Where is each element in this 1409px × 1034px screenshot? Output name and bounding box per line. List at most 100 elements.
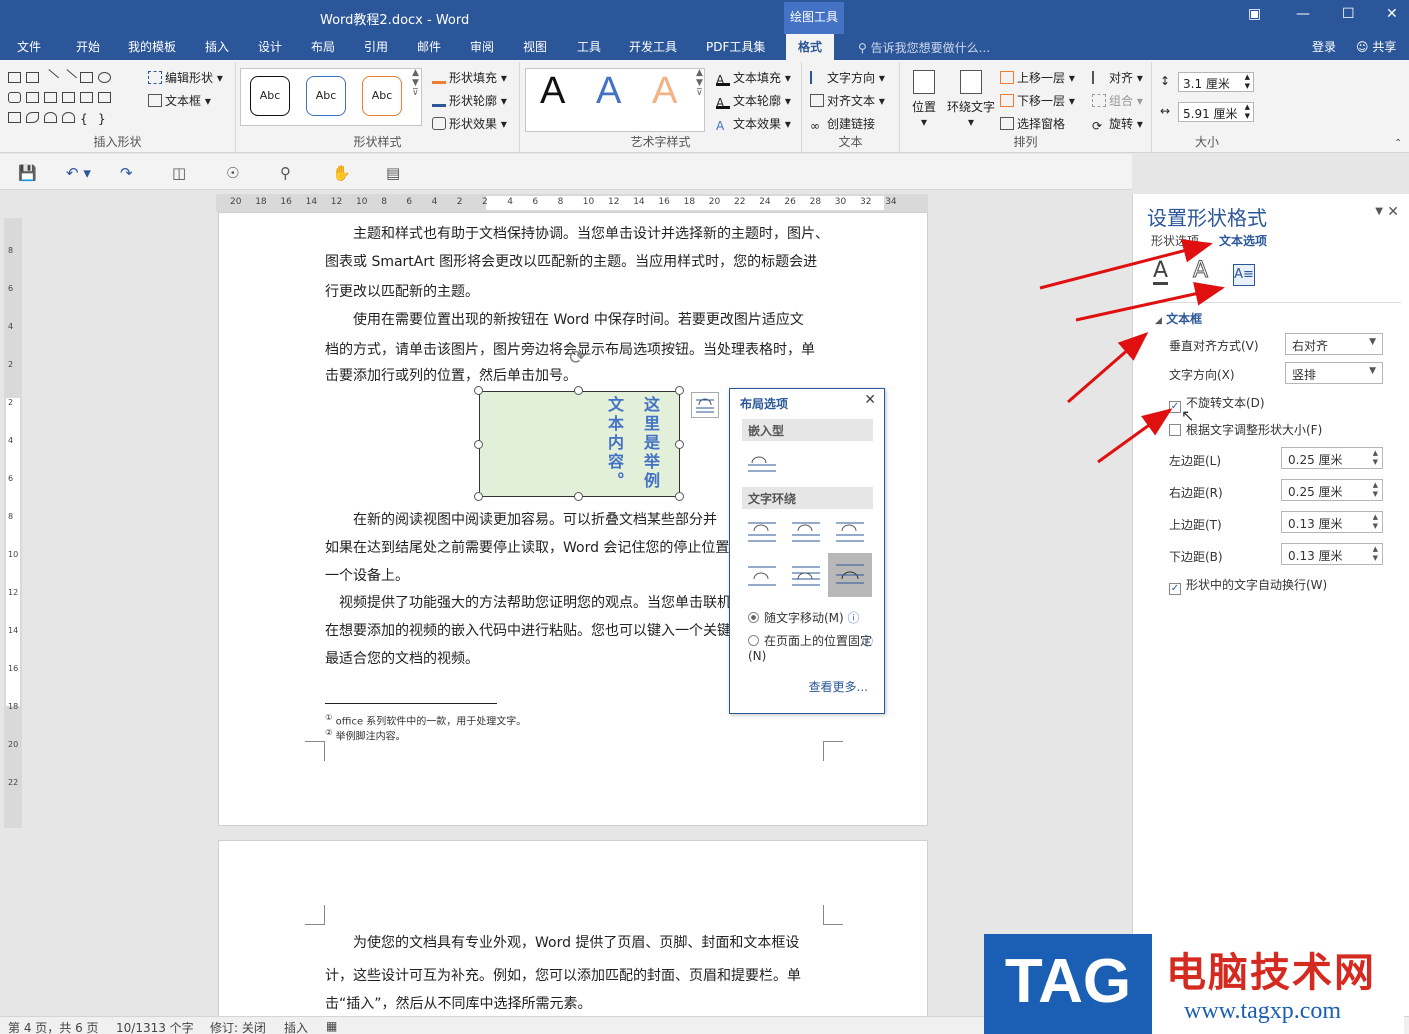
shape-wave-icon[interactable]: [8, 112, 21, 123]
align-button[interactable]: 对齐 ▾: [1092, 69, 1143, 86]
tab-home[interactable]: 开始: [76, 38, 100, 55]
align-text-button[interactable]: 对齐文本 ▾: [810, 92, 885, 109]
footnote-1[interactable]: ① office 系列软件中的一款，用于处理文字。: [325, 712, 526, 727]
shape-fill-button[interactable]: 形状填充 ▾: [432, 69, 507, 86]
shape-style-blue[interactable]: Abc: [306, 76, 346, 116]
text-fill-button[interactable]: A 文本填充 ▾: [716, 69, 791, 87]
maximize-icon[interactable]: ☐: [1342, 6, 1355, 22]
shape-connector-icon[interactable]: [44, 92, 57, 103]
undo-icon[interactable]: ↶ ▾: [66, 164, 91, 182]
see-more-link[interactable]: 查看更多...: [809, 678, 868, 695]
shape-triangle-icon[interactable]: [26, 92, 39, 103]
minimize-icon[interactable]: —: [1296, 6, 1310, 22]
shape-arc-icon[interactable]: [44, 112, 57, 123]
customize-icon[interactable]: ▤: [386, 164, 400, 182]
spinner-icon[interactable]: ▲ ▼: [1373, 481, 1378, 499]
wrap-text-in-shape-checkbox[interactable]: ✓ 形状中的文字自动换行(W): [1169, 576, 1327, 595]
rotate-button[interactable]: ⟳ 旋转 ▾: [1092, 115, 1143, 133]
tab-developer[interactable]: 开发工具: [629, 38, 677, 55]
close-popup-icon[interactable]: ✕: [864, 392, 876, 408]
revision-status[interactable]: 修订: 关闭: [210, 1019, 266, 1034]
vertical-align-dropdown[interactable]: 右对齐 ▼: [1285, 333, 1383, 355]
tab-shape-options[interactable]: 形状选项: [1151, 232, 1199, 249]
body-line[interactable]: 最适合您的文档的视频。: [325, 645, 479, 674]
right-margin-input[interactable]: 0.25 厘米 ▲ ▼: [1281, 479, 1383, 501]
body-line[interactable]: 一个设备上。: [325, 562, 409, 591]
group-button[interactable]: 组合 ▾: [1092, 92, 1143, 109]
shape-curve-icon[interactable]: [26, 112, 39, 123]
body-line[interactable]: 在想要添加的视频的嵌入代码中进行粘贴。您也可以键入一个关键: [325, 617, 731, 646]
tab-design[interactable]: 设计: [258, 38, 282, 55]
close-icon[interactable]: ✕: [1386, 6, 1398, 22]
shape-width-input[interactable]: 5.91 厘米 ▲ ▼: [1178, 102, 1254, 122]
shape-brace-right-icon[interactable]: }: [98, 112, 111, 126]
text-outline-button[interactable]: A 文本轮廓 ▾: [716, 92, 791, 110]
text-effects-button[interactable]: A 文本效果 ▾: [716, 115, 791, 133]
textbox-line-1[interactable]: 这里是举例: [638, 396, 662, 491]
body-line[interactable]: 在新的阅读视图中阅读更加容易。可以折叠文档某些部分并: [353, 506, 717, 535]
bring-forward-button[interactable]: 上移一层 ▾: [1000, 69, 1075, 86]
move-with-text-radio[interactable]: 随文字移动(M) ⓘ: [748, 609, 860, 626]
left-margin-input[interactable]: 0.25 厘米 ▲ ▼: [1281, 447, 1383, 469]
wordart-style-blue[interactable]: A: [596, 70, 621, 113]
send-backward-button[interactable]: 下移一层 ▾: [1000, 92, 1075, 109]
body-line[interactable]: 使用在需要位置出现的新按钮在 Word 中保存时间。若要更改图片适应文: [353, 306, 804, 335]
resize-handle-tl[interactable]: [474, 386, 483, 395]
layout-options-button[interactable]: [691, 392, 719, 418]
text-direction-dropdown[interactable]: 竖排 ▼: [1285, 362, 1383, 384]
shape-effects-button[interactable]: 形状效果 ▾: [432, 115, 507, 132]
text-fill-outline-icon[interactable]: A: [1153, 260, 1169, 285]
word-count[interactable]: 10/1313 个字: [116, 1019, 194, 1034]
edit-shape-button[interactable]: 编辑形状 ▾: [148, 69, 223, 86]
resize-handle-tr[interactable]: [675, 386, 684, 395]
create-link-button[interactable]: ∞ 创建链接: [810, 115, 875, 133]
wrap-inline-icon[interactable]: [746, 449, 776, 475]
save-icon[interactable]: 💾: [18, 164, 37, 182]
touch-mode-icon[interactable]: ✋: [332, 164, 351, 182]
section-textbox-header[interactable]: ◢ 文本框: [1155, 310, 1202, 327]
tab-view[interactable]: 视图: [523, 38, 547, 55]
print-preview-icon[interactable]: ⚲: [280, 164, 291, 182]
collapse-ribbon-icon[interactable]: ⌃: [1394, 138, 1402, 149]
top-margin-input[interactable]: 0.13 厘米 ▲ ▼: [1281, 511, 1383, 533]
text-direction-button[interactable]: 文字方向 ▾: [810, 69, 885, 86]
tab-references[interactable]: 引用: [364, 38, 388, 55]
insert-mode[interactable]: 插入: [284, 1019, 308, 1034]
shape-height-input[interactable]: 3.1 厘米 ▲ ▼: [1178, 72, 1254, 92]
text-box-button[interactable]: 文本框 ▾: [148, 92, 211, 109]
position-button[interactable]: 位置 ▾: [910, 70, 938, 129]
resize-handle-br[interactable]: [675, 492, 684, 501]
footnote-2[interactable]: ② 举例脚注内容。: [325, 727, 406, 742]
body-line[interactable]: 为使您的文档具有专业外观，Word 提供了页眉、页脚、封面和文本框设: [353, 929, 799, 958]
wrap-tight-option-icon[interactable]: [790, 517, 820, 543]
macro-icon[interactable]: ▦: [326, 1019, 337, 1033]
vertical-ruler[interactable]: 8 6 4 2 2 4 6 8 10 12 14 16 18 20 22: [4, 218, 22, 828]
shape-down-arrow-icon[interactable]: [98, 92, 111, 103]
login-link[interactable]: 登录: [1312, 38, 1336, 55]
spinner-icon[interactable]: ▲ ▼: [1373, 545, 1378, 563]
tab-my-templates[interactable]: 我的模板: [128, 38, 176, 55]
resize-handle-l[interactable]: [474, 440, 483, 449]
spinner-icon[interactable]: ▲ ▼: [1373, 513, 1378, 531]
wordart-style-black[interactable]: A: [540, 70, 565, 113]
rotate-handle-icon[interactable]: ⟳: [569, 345, 586, 369]
spinner-icon[interactable]: ▲ ▼: [1373, 449, 1378, 467]
web-icon[interactable]: ☉: [226, 164, 239, 182]
tab-file[interactable]: 文件: [17, 38, 41, 55]
shape-outline-button[interactable]: 形状轮廓 ▾: [432, 92, 507, 109]
wrap-text-button[interactable]: 环绕文字 ▾: [946, 70, 996, 129]
body-line[interactable]: 主题和样式也有助于文档保持协调。当您单击设计并选择新的主题时，图片、: [353, 220, 829, 249]
shape-styles-scroll-icon[interactable]: ▲ ▼ ⊽: [412, 68, 419, 98]
wrap-in-front-option-selected[interactable]: [828, 553, 872, 597]
shapes-gallery[interactable]: {}: [6, 68, 134, 128]
wrap-square-option-icon[interactable]: [746, 517, 776, 543]
shape-oval-icon[interactable]: [98, 72, 111, 83]
wordart-style-orange[interactable]: A: [652, 70, 677, 113]
resize-handle-b[interactable]: [574, 492, 583, 501]
text-box-layout-icon[interactable]: A≡: [1233, 264, 1255, 286]
body-line[interactable]: 视频提供了功能强大的方法帮助您证明您的观点。当您单击联机: [339, 589, 731, 618]
shape-brace-left-icon[interactable]: {: [80, 112, 93, 126]
shape-line-icon[interactable]: [41, 69, 60, 86]
body-line[interactable]: 如果在达到结尾处之前需要停止读取，Word 会记住您的停止位置: [325, 534, 729, 563]
page-count[interactable]: 第 4 页，共 6 页: [8, 1019, 99, 1034]
